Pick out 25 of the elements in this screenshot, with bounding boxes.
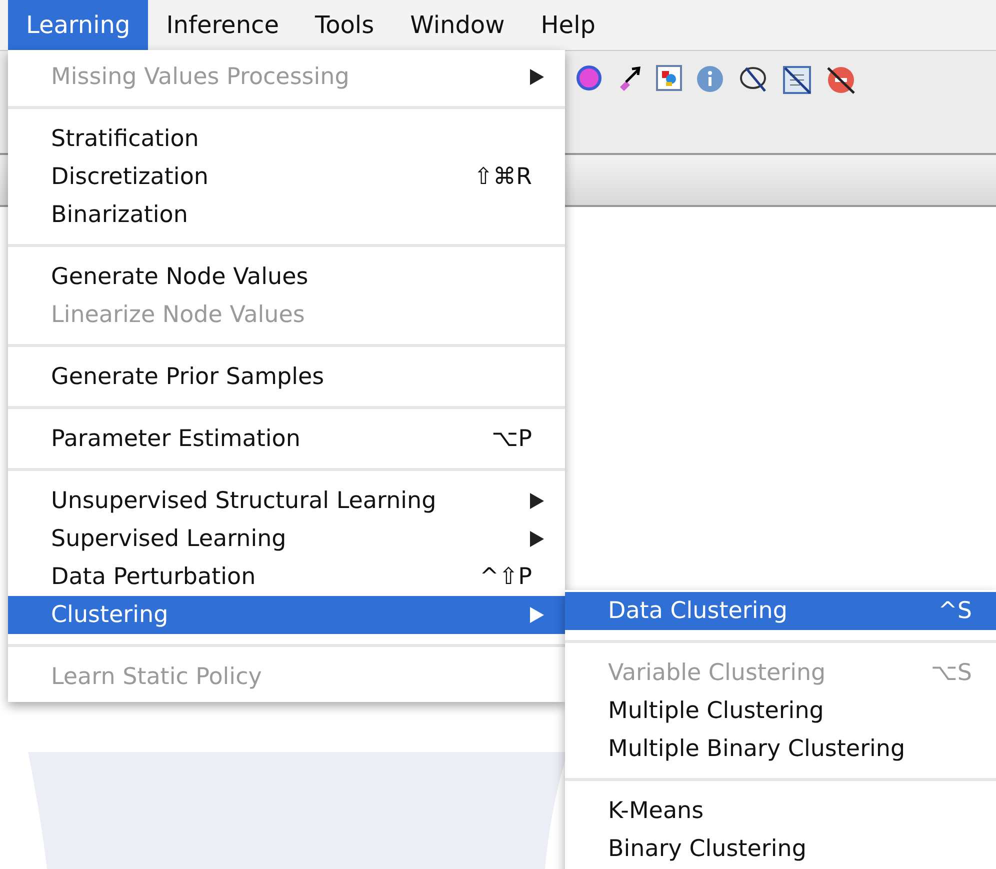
menu-item[interactable]: Parameter Estimation ⌥P bbox=[8, 420, 565, 458]
menu-item[interactable]: Data Clustering ^S bbox=[565, 592, 996, 630]
menu-item[interactable]: Supervised Learning bbox=[8, 520, 565, 558]
menu-item[interactable]: Generate Node Values bbox=[8, 258, 565, 296]
menu-item[interactable]: Multiple Binary Clustering bbox=[565, 730, 996, 768]
circle-icon[interactable] bbox=[576, 65, 602, 91]
menu-item[interactable]: Stratification bbox=[8, 120, 565, 158]
menu-item[interactable]: Binarization bbox=[8, 196, 565, 234]
document-off-icon[interactable] bbox=[782, 65, 812, 95]
info-icon[interactable] bbox=[696, 65, 724, 93]
menu-title[interactable]: Learning bbox=[8, 0, 148, 50]
menu-title[interactable]: Window bbox=[392, 0, 523, 50]
menu-item[interactable]: Unsupervised Structural Learning bbox=[8, 482, 565, 520]
menu-item[interactable]: Data Perturbation ^⇧P bbox=[8, 558, 565, 596]
menu-title[interactable]: Tools bbox=[296, 0, 392, 50]
menu-item[interactable]: Generate Prior Samples bbox=[8, 358, 565, 396]
no-entry-off-icon[interactable] bbox=[826, 65, 856, 95]
image-icon[interactable] bbox=[656, 65, 682, 91]
menu-item[interactable]: K-Means bbox=[565, 792, 996, 830]
menu-item[interactable]: Clustering bbox=[8, 596, 565, 634]
menu-item[interactable]: Multiple Clustering bbox=[565, 692, 996, 730]
menu-title[interactable]: Help bbox=[522, 0, 614, 50]
menu-item[interactable]: Discretization ⇧⌘R bbox=[8, 158, 565, 196]
menu-item[interactable]: Binary Clustering bbox=[565, 830, 996, 868]
menu-title[interactable]: Inference bbox=[148, 0, 297, 50]
